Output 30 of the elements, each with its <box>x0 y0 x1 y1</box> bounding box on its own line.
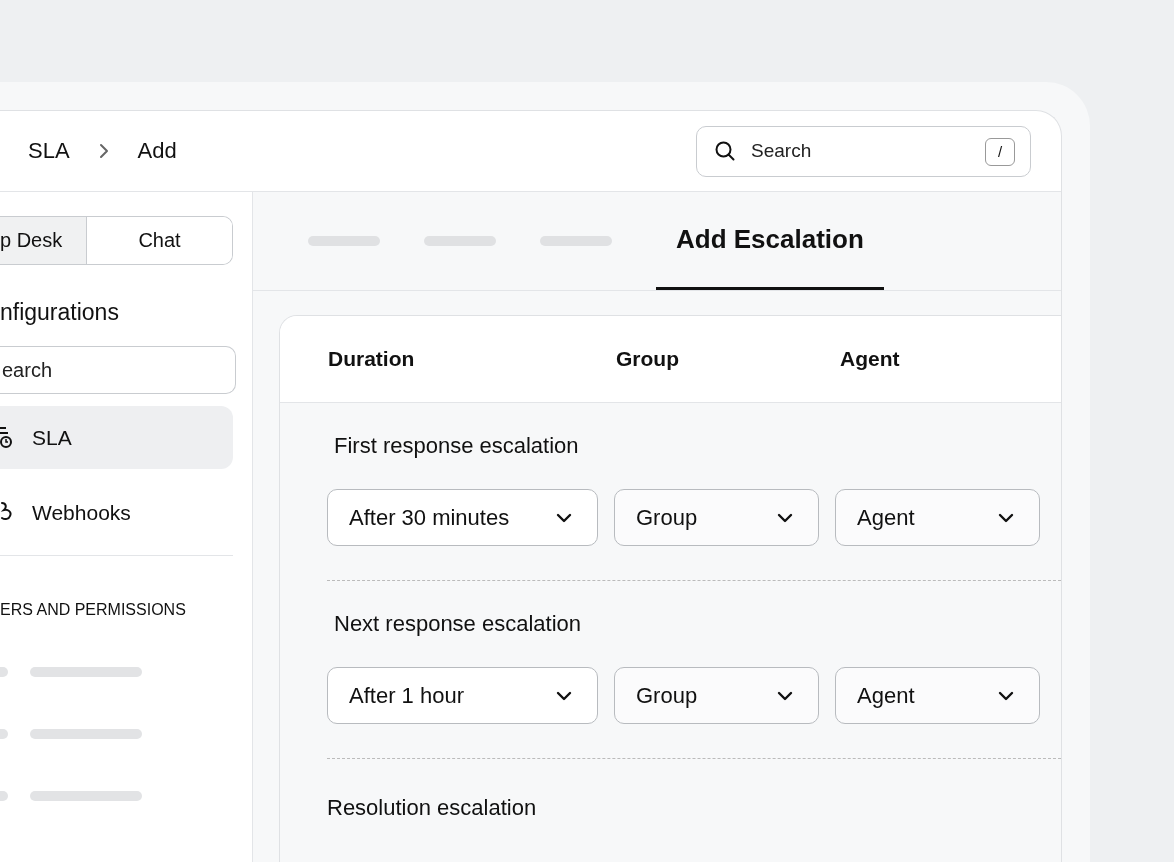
sidebar-item[interactable]: SLA <box>0 406 233 469</box>
chevron-down-icon <box>997 689 1015 702</box>
escalation-title: Resolution escalation <box>327 795 538 821</box>
duration-dropdown[interactable]: After 1 hour <box>327 667 598 724</box>
group-dropdown[interactable]: Group <box>614 667 819 724</box>
group-dropdown[interactable]: Group <box>614 489 819 546</box>
sidebar-item[interactable]: Webhooks <box>0 481 233 544</box>
column-header: Duration <box>328 347 416 371</box>
chevron-down-icon <box>997 511 1015 524</box>
segment-tab[interactable]: p Desk <box>0 217 87 264</box>
column-header: Group <box>616 347 680 371</box>
shortcut-key: / <box>985 137 1015 166</box>
breadcrumb-link[interactable]: SLA <box>28 138 70 164</box>
chevron-down-icon <box>776 511 794 524</box>
column-header: Agent <box>840 347 900 371</box>
chevron-down-icon <box>555 511 573 524</box>
agent-dropdown[interactable]: Agent <box>835 489 1040 546</box>
sidebar-search-field[interactable]: earch <box>0 346 236 394</box>
escalation-title: First response escalation <box>334 433 580 459</box>
tab[interactable]: Add Escalation <box>656 192 884 290</box>
chevron-down-icon <box>776 689 794 702</box>
clock-badge-icon <box>0 424 14 451</box>
escalation-title: Next response escalation <box>334 611 583 637</box>
agent-dropdown[interactable]: Agent <box>835 667 1040 724</box>
chevron-down-icon <box>555 689 573 702</box>
chevron-right-icon <box>97 142 110 160</box>
sidebar-heading: nfigurations <box>0 299 120 326</box>
duration-dropdown[interactable]: After 30 minutes <box>327 489 598 546</box>
section-heading: ERS AND PERMISSIONS <box>0 601 187 619</box>
breadcrumb-current: Add <box>137 138 177 164</box>
